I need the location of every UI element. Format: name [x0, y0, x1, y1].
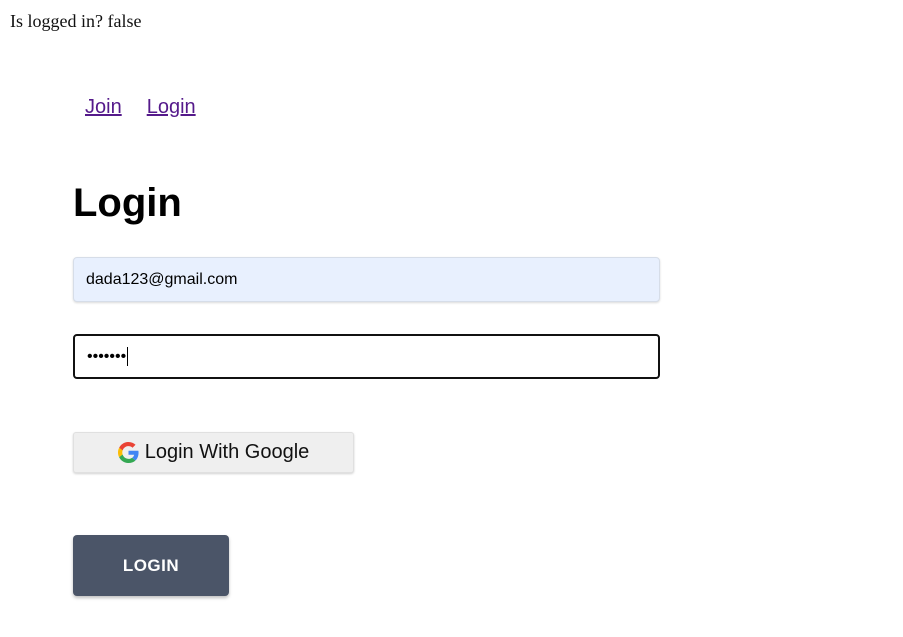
google-g-icon — [117, 442, 139, 463]
nav-link-join[interactable]: Join — [85, 94, 122, 120]
google-button-label: Login With Google — [144, 441, 310, 463]
password-field[interactable]: ••••••• — [73, 334, 660, 379]
top-nav: Join Login — [85, 94, 196, 120]
page-title: Login — [73, 181, 182, 225]
email-value: dada123@gmail.com — [86, 270, 238, 288]
nav-link-login[interactable]: Login — [147, 94, 196, 120]
email-field[interactable]: dada123@gmail.com — [73, 257, 660, 302]
password-masked-value: ••••••• — [87, 347, 127, 365]
login-submit-button[interactable]: LOGIN — [73, 535, 229, 596]
login-with-google-button[interactable]: Login With Google — [73, 432, 354, 473]
login-status-text: Is logged in? false — [10, 11, 142, 31]
text-caret — [127, 347, 129, 366]
